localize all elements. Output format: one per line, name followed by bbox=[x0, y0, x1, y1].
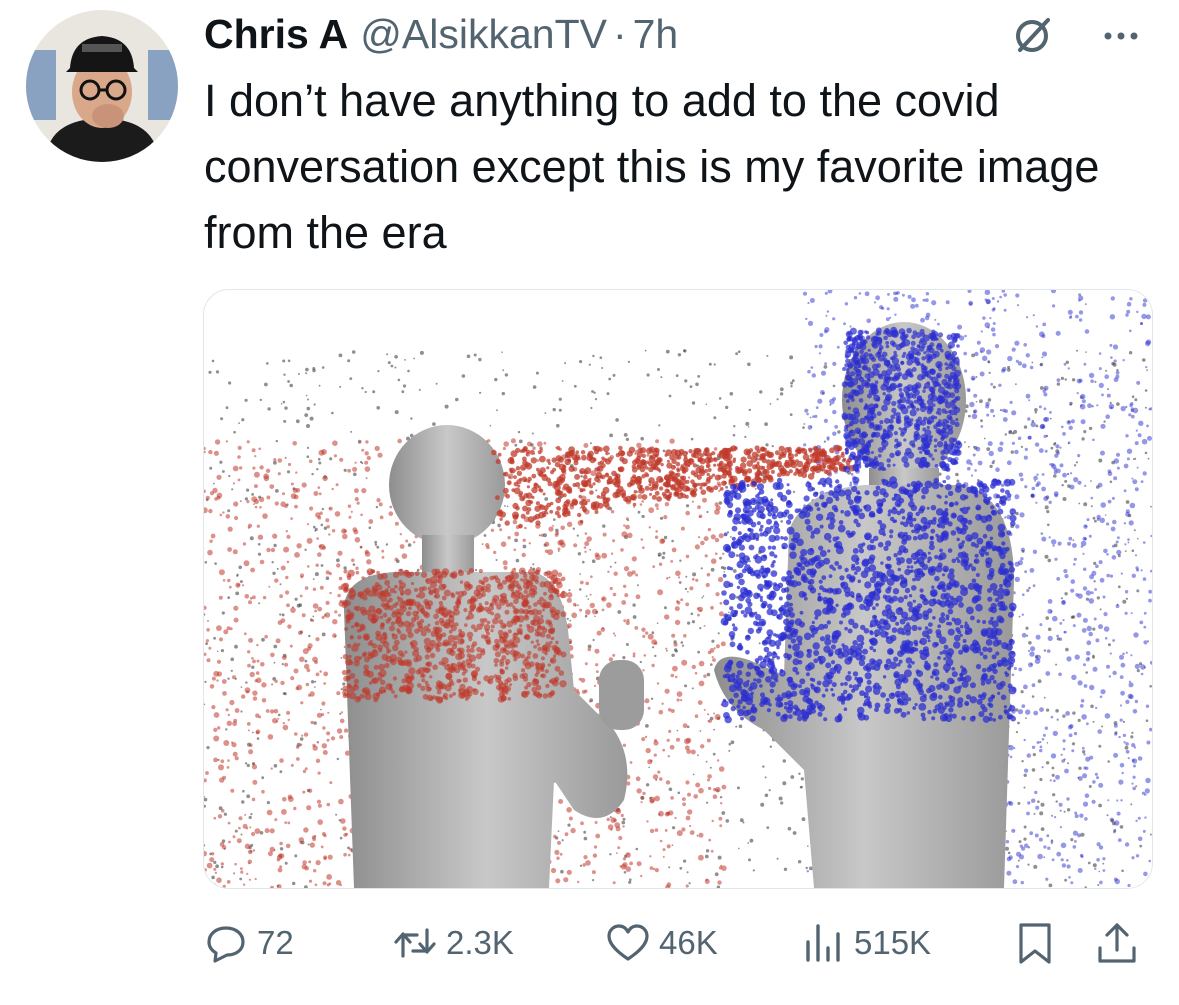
repost-count: 2.3K bbox=[446, 924, 514, 961]
author-handle[interactable]: @AlsikkanTV bbox=[360, 8, 607, 60]
bookmark-button[interactable] bbox=[1012, 912, 1058, 974]
tweet-header: Chris A @AlsikkanTV · 7h bbox=[204, 8, 678, 60]
bar-chart-icon bbox=[806, 924, 840, 962]
header-separator: · bbox=[612, 11, 627, 57]
repost-arrows-icon bbox=[394, 928, 436, 958]
reply-count: 72 bbox=[257, 924, 294, 961]
tweet-text: I don’t have anything to add to the covi… bbox=[204, 75, 1100, 258]
bookmark-icon bbox=[1019, 923, 1051, 964]
share-button[interactable] bbox=[1094, 912, 1140, 974]
author-avatar[interactable] bbox=[26, 10, 178, 162]
slashed-circle-icon[interactable] bbox=[1012, 14, 1054, 56]
ellipsis-icon[interactable] bbox=[1096, 14, 1146, 54]
views-button[interactable]: 515K bbox=[800, 912, 931, 974]
author-name[interactable]: Chris A bbox=[204, 8, 348, 60]
views-count: 515K bbox=[854, 924, 932, 961]
tweet-timestamp[interactable]: 7h bbox=[633, 8, 679, 60]
reply-button[interactable]: 72 bbox=[203, 912, 294, 974]
reply-bubble-icon bbox=[207, 926, 245, 963]
repost-button[interactable]: 2.3K bbox=[392, 912, 514, 974]
tweet-actions-bar: 72 2.3K 46K 515K bbox=[0, 912, 1179, 974]
tweet-media-image[interactable] bbox=[203, 289, 1153, 889]
heart-icon bbox=[607, 924, 649, 961]
like-button[interactable]: 46K bbox=[605, 912, 718, 974]
share-upload-icon bbox=[1098, 923, 1136, 963]
like-count: 46K bbox=[659, 924, 718, 961]
